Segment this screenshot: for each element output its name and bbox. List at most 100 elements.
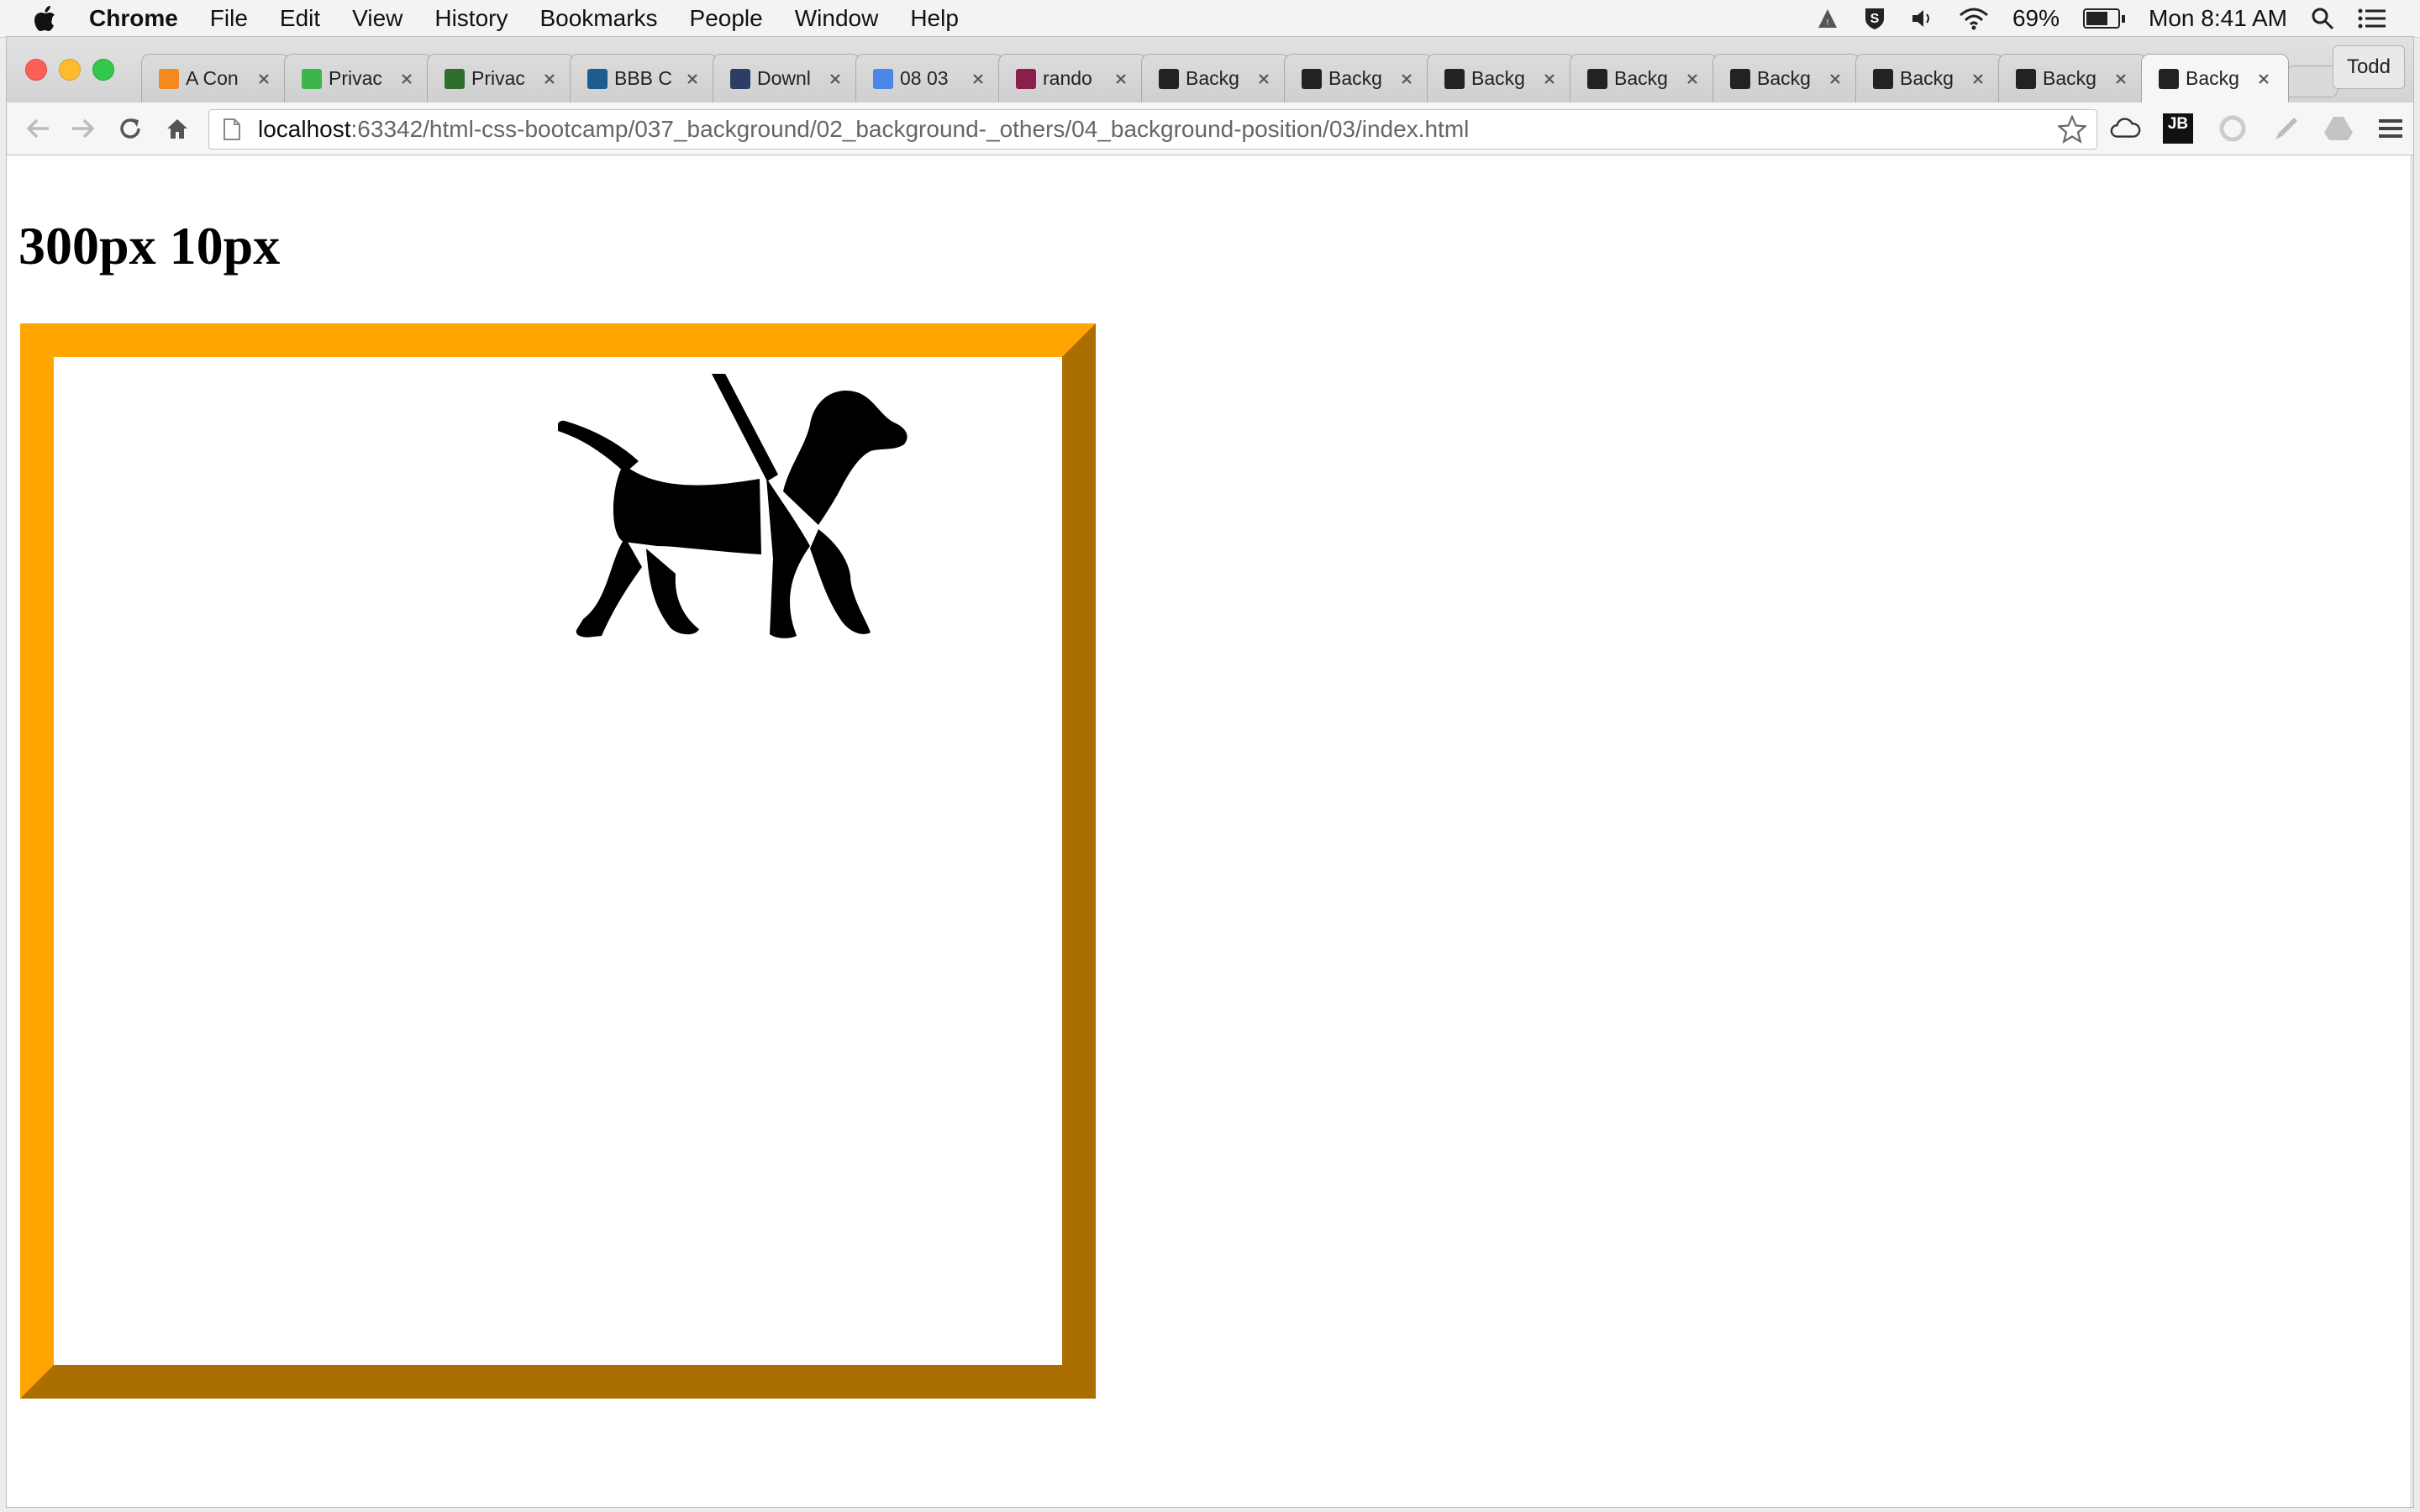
drive-extension-icon[interactable]	[2323, 113, 2354, 144]
forward-button[interactable]	[69, 114, 97, 143]
tab[interactable]: Privac	[427, 54, 575, 102]
tab[interactable]: BBB C	[570, 54, 718, 102]
tab-close-icon[interactable]	[826, 70, 844, 88]
menu-edit[interactable]: Edit	[280, 5, 320, 32]
tab-close-icon[interactable]	[1397, 70, 1416, 88]
clock[interactable]: Mon 8:41 AM	[2149, 5, 2287, 32]
tab-title: Downl	[757, 67, 811, 89]
tab[interactable]: Backg	[1855, 54, 2003, 102]
url-host: localhost	[258, 116, 351, 142]
url-path: :63342/html-css-bootcamp/037_background/…	[350, 116, 1470, 142]
tab-close-icon[interactable]	[1540, 70, 1559, 88]
tab-title: Backg	[1757, 67, 1811, 89]
macos-menu-bar: Chrome File Edit View History Bookmarks …	[0, 0, 2420, 38]
tab[interactable]: Downl	[713, 54, 860, 102]
home-button[interactable]	[163, 114, 192, 143]
menu-help[interactable]: Help	[910, 5, 959, 32]
tab[interactable]: Backg	[1712, 54, 1860, 102]
vpn-status-icon[interactable]: !	[1816, 7, 1839, 30]
tab-close-icon[interactable]	[1255, 70, 1273, 88]
tab-title: Backg	[1471, 67, 1525, 89]
menu-history[interactable]: History	[434, 5, 508, 32]
tab[interactable]: 08 03	[855, 54, 1003, 102]
wifi-icon[interactable]	[1959, 7, 1989, 30]
c-icon	[445, 68, 465, 89]
battery-icon[interactable]	[2083, 8, 2126, 29]
webstorm-icon	[1873, 68, 1893, 89]
tab-title: 08 03	[900, 67, 949, 89]
menu-file[interactable]: File	[210, 5, 248, 32]
apple-icon[interactable]	[34, 5, 59, 32]
tab[interactable]: Backg	[1570, 54, 1718, 102]
tab-title: Backg	[1614, 67, 1668, 89]
page-heading: 300px 10px	[18, 216, 281, 276]
tab[interactable]: Backg	[1427, 54, 1575, 102]
svg-text:!: !	[1827, 18, 1829, 28]
asterisk-icon	[159, 68, 179, 89]
shield-s-icon[interactable]: S	[1863, 6, 1886, 31]
page-icon	[221, 117, 243, 142]
pencil-extension-icon[interactable]	[2270, 113, 2302, 144]
tab-active[interactable]: Backg	[2141, 54, 2289, 102]
tab[interactable]: Backg	[1284, 54, 1432, 102]
spotlight-search-icon[interactable]	[2311, 7, 2334, 30]
notification-center-icon[interactable]	[2358, 7, 2386, 30]
tab-close-icon[interactable]	[1683, 70, 1702, 88]
tab-title: rando	[1043, 67, 1092, 89]
webstorm-icon	[2016, 68, 2036, 89]
bookmark-star-icon[interactable]	[2058, 115, 2086, 144]
chrome-menu-icon[interactable]	[2375, 113, 2407, 144]
address-bar[interactable]: localhost:63342/html-css-bootcamp/037_ba…	[208, 109, 2097, 150]
webstorm-icon	[1302, 68, 1322, 89]
tab-close-icon[interactable]	[683, 70, 702, 88]
tab[interactable]: Backg	[1141, 54, 1289, 102]
jetbrains-label: JB	[2167, 115, 2189, 133]
reload-button[interactable]	[116, 114, 145, 143]
tab-close-icon[interactable]	[1112, 70, 1130, 88]
menu-app-chrome[interactable]: Chrome	[89, 5, 178, 32]
window-minimize-button[interactable]	[59, 59, 81, 81]
webstorm-icon	[2159, 68, 2179, 89]
window-close-button[interactable]	[25, 59, 47, 81]
tab-close-icon[interactable]	[255, 70, 273, 88]
tab-title: Privac	[471, 67, 525, 89]
sync-extension-icon[interactable]	[2217, 113, 2249, 144]
tab-close-icon[interactable]	[1826, 70, 1844, 88]
tab-title: Backg	[1900, 67, 1954, 89]
tab-close-icon[interactable]	[1969, 70, 1987, 88]
guide-dog-icon	[558, 374, 908, 638]
tab[interactable]: rando	[998, 54, 1146, 102]
menu-bookmarks[interactable]: Bookmarks	[539, 5, 657, 32]
scrollbar-track[interactable]	[2410, 155, 2413, 1507]
tab[interactable]: Privac	[284, 54, 432, 102]
tab[interactable]: Backg	[1998, 54, 2146, 102]
jetbrains-extension-icon[interactable]: JB	[2163, 113, 2193, 144]
webstorm-icon	[1730, 68, 1750, 89]
menu-view[interactable]: View	[352, 5, 402, 32]
menu-people[interactable]: People	[690, 5, 763, 32]
page-viewport: 300px 10px	[7, 155, 2413, 1507]
tab-close-icon[interactable]	[397, 70, 416, 88]
menu-window[interactable]: Window	[795, 5, 879, 32]
lock-circle-icon	[730, 68, 750, 89]
background-position-demo-box	[20, 323, 1096, 1399]
profile-button[interactable]: Todd	[2332, 45, 2405, 89]
tab-title: Backg	[2186, 67, 2239, 89]
volume-icon[interactable]	[1910, 7, 1935, 30]
webstorm-icon	[1444, 68, 1465, 89]
tab-title: Backg	[2043, 67, 2096, 89]
tab-close-icon[interactable]	[969, 70, 987, 88]
browser-window: A Con Privac Privac BBB C Downl 08 03 rando Bac…	[7, 37, 2413, 1507]
browser-toolbar: localhost:63342/html-css-bootcamp/037_ba…	[7, 102, 2413, 155]
tab[interactable]: A Con	[141, 54, 289, 102]
bbb-torch-icon	[587, 68, 608, 89]
tab-close-icon[interactable]	[2112, 70, 2130, 88]
window-maximize-button[interactable]	[92, 59, 114, 81]
url-text: localhost:63342/html-css-bootcamp/037_ba…	[258, 116, 1469, 143]
back-button[interactable]	[24, 114, 52, 143]
tab-close-icon[interactable]	[2254, 70, 2273, 88]
tab-close-icon[interactable]	[540, 70, 559, 88]
tab-title: BBB C	[614, 67, 673, 89]
u-icon	[302, 68, 322, 89]
cloud-extension-icon[interactable]	[2109, 113, 2141, 144]
